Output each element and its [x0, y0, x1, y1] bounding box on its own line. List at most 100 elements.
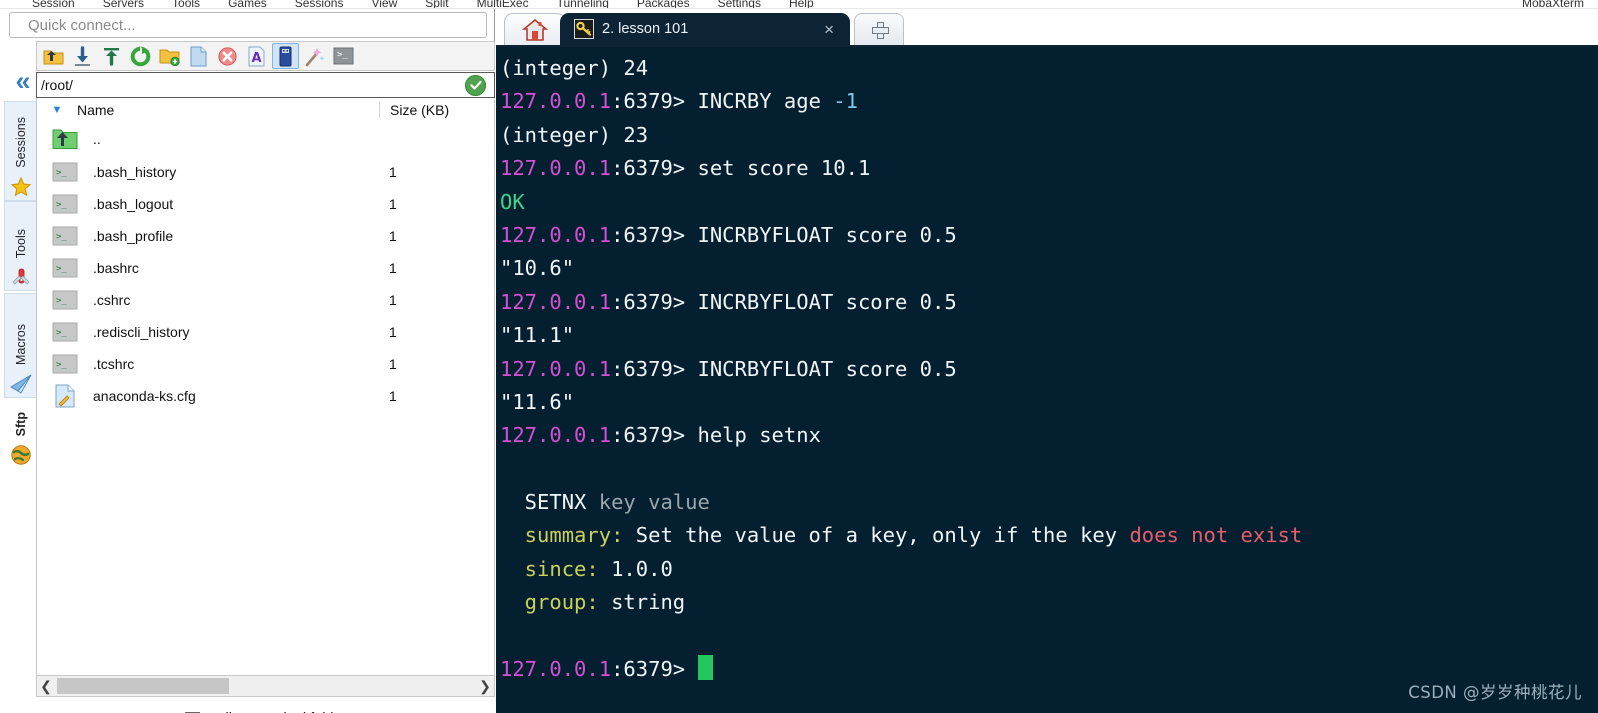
terminal-text: INCRBYFLOAT score 0.5: [697, 222, 957, 247]
menu-item-view[interactable]: View: [357, 0, 411, 8]
menu-item-session[interactable]: Session: [18, 0, 89, 8]
scroll-right-icon[interactable]: ❯: [476, 676, 494, 696]
terminal-text: group:: [500, 590, 599, 615]
terminal-text: 127.0.0.1: [500, 423, 612, 448]
list-item[interactable]: >_ .bash_profile 1: [37, 220, 494, 252]
menu-item-servers[interactable]: Servers: [89, 0, 158, 8]
menu-item-help[interactable]: Help: [775, 0, 828, 8]
terminal-line: group: string: [500, 586, 1598, 619]
refresh-icon[interactable]: [127, 43, 154, 69]
terminal-text: :6379>: [611, 657, 698, 682]
terminal-line: OK: [500, 186, 1598, 219]
binary-mode-icon[interactable]: [272, 43, 299, 69]
menu-item-packages[interactable]: Packages: [623, 0, 704, 8]
menu-item-split[interactable]: Split: [411, 0, 462, 8]
tab-lesson-101[interactable]: 2. lesson 101 ×: [560, 13, 850, 45]
menu-item-settings[interactable]: Settings: [704, 0, 775, 8]
parent-folder-icon[interactable]: [40, 43, 67, 69]
terminal-cursor: [697, 655, 713, 681]
quick-connect-input[interactable]: Quick connect...: [9, 12, 487, 38]
text-mode-icon[interactable]: A: [243, 43, 270, 69]
upload-icon[interactable]: [98, 43, 125, 69]
list-item[interactable]: >_ .cshrc 1: [37, 284, 494, 316]
file-list[interactable]: .. >_ .bash_history 1 >_ .bash_logout 1: [36, 122, 495, 675]
sidebar-item-macros-label: Macros: [14, 324, 28, 365]
sidebar-item-tools[interactable]: Tools: [4, 201, 38, 291]
menu-item-sessions[interactable]: Sessions: [281, 0, 358, 8]
new-file-icon[interactable]: [185, 43, 212, 69]
menu-item-tools[interactable]: Tools: [158, 0, 214, 8]
svg-text:>_: >_: [56, 168, 67, 178]
menu-item-tunneling[interactable]: Tunneling: [543, 0, 623, 8]
sidebar-item-sftp[interactable]: Sftp: [4, 401, 38, 469]
scrollbar-thumb[interactable]: [57, 678, 229, 694]
list-item[interactable]: >_ .tcshrc 1: [37, 348, 494, 380]
column-header-name[interactable]: Name: [77, 102, 379, 118]
terminal-lines: (integer) 24 127.0.0.1:6379> INCRBY age -…: [496, 47, 1598, 686]
column-header-size[interactable]: Size (KB): [379, 102, 494, 118]
swiss-knife-icon: [10, 266, 32, 288]
list-item[interactable]: >_ .bashrc 1: [37, 252, 494, 284]
terminal-line: 127.0.0.1:6379> INCRBYFLOAT score 0.5: [500, 286, 1598, 319]
list-item[interactable]: >_ .bash_logout 1: [37, 188, 494, 220]
svg-text:>_: >_: [56, 296, 67, 306]
terminal-text: since:: [500, 556, 599, 581]
side-tab-strip: « Sessions Tools Macros Sftp: [0, 41, 40, 713]
scroll-left-icon[interactable]: ❮: [37, 676, 55, 696]
list-item[interactable]: >_ .rediscli_history 1: [37, 316, 494, 348]
list-item[interactable]: anaconda-ks.cfg 1: [37, 380, 494, 412]
sidebar-item-sessions[interactable]: Sessions: [4, 101, 38, 201]
script-file-icon: >_: [37, 354, 93, 374]
sort-indicator-icon[interactable]: ▼: [37, 104, 77, 116]
download-icon[interactable]: [69, 43, 96, 69]
terminal-line: 127.0.0.1:6379> INCRBY age -1: [500, 85, 1598, 118]
svg-text:>_: >_: [56, 232, 67, 242]
menu-item-multiexec[interactable]: MultiExec: [463, 0, 543, 8]
terminal-text: string: [598, 590, 686, 615]
terminal-line: 127.0.0.1:6379> help setnx: [500, 419, 1598, 452]
svg-text:>_: >_: [337, 50, 348, 60]
horizontal-scrollbar[interactable]: ❮ ❯: [36, 675, 495, 697]
svg-text:>_: >_: [56, 328, 67, 338]
terminal-line: (integer) 23: [500, 119, 1598, 152]
terminal-line: 127.0.0.1:6379> INCRBYFLOAT score 0.5: [500, 219, 1598, 252]
terminal-text: :6379>: [611, 423, 698, 448]
sidebar-item-macros[interactable]: Macros: [4, 293, 38, 398]
green-check-icon[interactable]: [465, 74, 486, 96]
tab-home[interactable]: [504, 13, 566, 45]
list-item-size: 1: [389, 324, 397, 340]
list-item[interactable]: >_ .bash_history 1: [37, 156, 494, 188]
list-item-size: 1: [389, 260, 397, 276]
terminal-text: help setnx: [697, 423, 821, 448]
paper-plane-icon: [9, 373, 33, 395]
list-item-name: .bash_history: [93, 164, 177, 180]
terminal-text: key value: [598, 490, 710, 515]
terminal-text: SETNX: [500, 490, 599, 515]
delete-icon[interactable]: [214, 43, 241, 69]
magic-wand-icon[interactable]: [301, 43, 328, 69]
double-chevron-left-icon[interactable]: «: [3, 63, 37, 99]
path-bar[interactable]: /root/: [36, 72, 495, 98]
new-tab-button[interactable]: [854, 13, 904, 45]
new-folder-icon[interactable]: [156, 43, 183, 69]
menu-item-games[interactable]: Games: [214, 0, 281, 8]
terminal-text: 1.0.0: [598, 556, 673, 581]
terminal-icon[interactable]: >_: [330, 43, 357, 69]
scrollbar-track[interactable]: [229, 676, 476, 696]
script-file-icon: >_: [37, 194, 93, 214]
close-icon[interactable]: ×: [818, 21, 840, 38]
watermark: CSDN @岁岁种桃花儿: [1408, 683, 1582, 702]
terminal-line: "11.1": [500, 319, 1598, 352]
terminal-tab-bar: 2. lesson 101 ×: [496, 9, 1598, 45]
terminal-text: :6379>: [611, 156, 698, 181]
script-file-icon: >_: [37, 290, 93, 310]
list-item-name: anaconda-ks.cfg: [93, 388, 196, 404]
terminal-output[interactable]: (integer) 24 127.0.0.1:6379> INCRBY age -…: [496, 45, 1598, 713]
list-item-name: .cshrc: [93, 292, 131, 308]
terminal-text: "11.6": [500, 389, 575, 414]
path-input[interactable]: /root/: [41, 77, 465, 93]
globe-icon: [10, 444, 32, 466]
list-item[interactable]: ..: [37, 122, 494, 156]
